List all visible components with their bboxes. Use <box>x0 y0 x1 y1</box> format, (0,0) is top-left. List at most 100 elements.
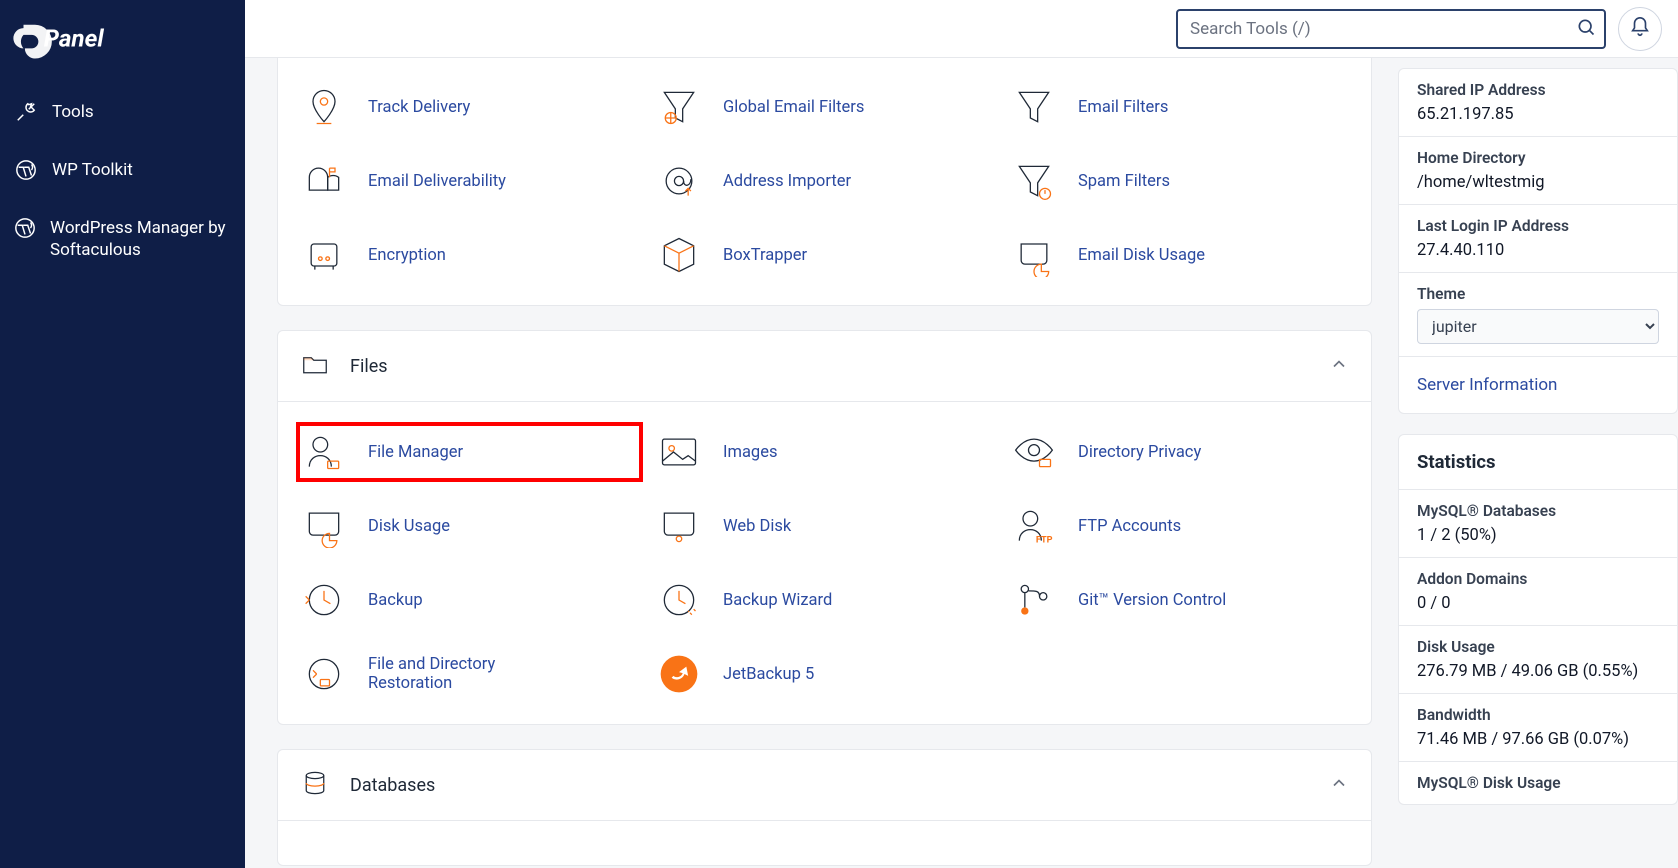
box-icon <box>655 231 703 279</box>
safe-icon <box>300 231 348 279</box>
tool-spam-filters[interactable]: Spam Filters <box>1008 153 1351 209</box>
person-folder-icon <box>300 428 348 476</box>
server-information-link[interactable]: Server Information <box>1399 357 1677 413</box>
chevron-up-icon <box>1329 354 1349 378</box>
section-databases: Databases <box>277 749 1372 866</box>
search-input[interactable] <box>1176 9 1606 49</box>
tool-label: Backup <box>368 591 423 610</box>
tool-label: Track Delivery <box>368 98 470 117</box>
sidebar-item-wordpress-manager[interactable]: WordPress Manager by Softaculous <box>8 207 237 271</box>
tool-ftp-accounts[interactable]: FTP FTP Accounts <box>1008 498 1351 554</box>
info-value: 27.4.40.110 <box>1417 241 1659 260</box>
tool-directory-privacy[interactable]: Directory Privacy <box>1008 424 1351 480</box>
tool-encryption[interactable]: Encryption <box>298 227 641 283</box>
tool-address-importer[interactable]: Address Importer <box>653 153 996 209</box>
sidebar-item-label: Tools <box>52 101 94 123</box>
drive-dot-icon <box>655 502 703 550</box>
theme-select[interactable]: jupiter <box>1417 309 1659 344</box>
tool-git-version-control[interactable]: Git™ Version Control <box>1008 572 1351 628</box>
search-icon <box>1576 17 1596 41</box>
stat-row-disk-usage: Disk Usage 276.79 MB / 49.06 GB (0.55%) <box>1399 626 1677 694</box>
clock-sparkle-icon <box>655 576 703 624</box>
stat-label: Disk Usage <box>1417 638 1659 656</box>
tool-jetbackup5[interactable]: JetBackup 5 <box>653 646 996 702</box>
eye-folder-icon <box>1010 428 1058 476</box>
tool-label: Images <box>723 443 777 462</box>
tool-backup-wizard[interactable]: Backup Wizard <box>653 572 996 628</box>
wordpress-icon <box>14 217 36 239</box>
tool-label: Email Disk Usage <box>1078 246 1205 265</box>
sidebar-item-wp-toolkit[interactable]: WP Toolkit <box>8 149 237 191</box>
tool-label: Email Filters <box>1078 98 1168 117</box>
tool-email-deliverability[interactable]: Email Deliverability <box>298 153 641 209</box>
sidebar-nav: Tools WP Toolkit WordPress Manager by So… <box>0 91 245 271</box>
stat-row-bandwidth: Bandwidth 71.46 MB / 97.66 GB (0.07%) <box>1399 694 1677 762</box>
tool-email-disk-usage[interactable]: Email Disk Usage <box>1008 227 1351 283</box>
git-branch-icon <box>1010 576 1058 624</box>
stat-row-mysql-disk: MySQL® Disk Usage <box>1399 762 1677 804</box>
database-icon <box>300 768 330 802</box>
tool-label: Spam Filters <box>1078 172 1170 191</box>
stat-row-mysql-db: MySQL® Databases 1 / 2 (50%) <box>1399 490 1677 558</box>
tool-file-manager[interactable]: File Manager <box>298 424 641 480</box>
notifications-button[interactable] <box>1618 7 1662 51</box>
svg-text:Panel: Panel <box>44 23 105 52</box>
tool-track-delivery[interactable]: Track Delivery <box>298 79 641 135</box>
image-icon <box>655 428 703 476</box>
feature-column: Track Delivery Global Email Filters <box>277 58 1372 868</box>
tool-label: Web Disk <box>723 517 791 536</box>
drive-chart-icon <box>300 502 348 550</box>
tool-label: Directory Privacy <box>1078 443 1201 462</box>
section-databases-header[interactable]: Databases <box>278 750 1371 820</box>
funnel-alert-icon <box>1010 157 1058 205</box>
person-ftp-icon: FTP <box>1010 502 1058 550</box>
tool-images[interactable]: Images <box>653 424 996 480</box>
section-title: Files <box>350 356 388 377</box>
section-email: Track Delivery Global Email Filters <box>277 58 1372 306</box>
tool-email-filters[interactable]: Email Filters <box>1008 79 1351 135</box>
panel-title: Statistics <box>1399 435 1677 490</box>
svg-text:FTP: FTP <box>1036 536 1053 546</box>
tool-label: FTP Accounts <box>1078 517 1181 536</box>
disk-chart-icon <box>1010 231 1058 279</box>
statistics-panel: Statistics MySQL® Databases 1 / 2 (50%) … <box>1398 434 1678 805</box>
section-email-body: Track Delivery Global Email Filters <box>278 58 1371 305</box>
section-files-header[interactable]: Files <box>278 331 1371 401</box>
main: Track Delivery Global Email Filters <box>245 0 1678 868</box>
stat-label: MySQL® Databases <box>1417 502 1659 520</box>
stat-label: MySQL® Disk Usage <box>1417 774 1659 792</box>
info-row-home-dir: Home Directory /home/wltestmig <box>1399 137 1677 205</box>
section-files-body: File Manager Images <box>278 401 1371 724</box>
stat-value: 71.46 MB / 97.66 GB (0.07%) <box>1417 730 1659 749</box>
tool-backup[interactable]: Backup <box>298 572 641 628</box>
info-value: 65.21.197.85 <box>1417 105 1659 124</box>
folder-icon <box>300 349 330 383</box>
tool-label: Global Email Filters <box>723 98 864 117</box>
tool-label: File Manager <box>368 443 463 462</box>
sidebar-item-tools[interactable]: Tools <box>8 91 237 133</box>
tool-file-directory-restoration[interactable]: File and Directory Restoration <box>298 646 641 702</box>
tool-global-email-filters[interactable]: Global Email Filters <box>653 79 996 135</box>
tool-label: BoxTrapper <box>723 246 807 265</box>
tool-disk-usage[interactable]: Disk Usage <box>298 498 641 554</box>
jetbackup-icon <box>655 650 703 698</box>
funnel-icon <box>1010 83 1058 131</box>
general-info-panel: Shared IP Address 65.21.197.85 Home Dire… <box>1398 68 1678 414</box>
wordpress-icon <box>14 159 38 181</box>
topbar <box>245 0 1678 58</box>
info-label: Home Directory <box>1417 149 1659 167</box>
mailbox-icon <box>300 157 348 205</box>
funnel-globe-icon <box>655 83 703 131</box>
section-files: Files File Manager <box>277 330 1372 725</box>
tool-boxtrapper[interactable]: BoxTrapper <box>653 227 996 283</box>
stat-row-addon-domains: Addon Domains 0 / 0 <box>1399 558 1677 626</box>
info-row-last-login: Last Login IP Address 27.4.40.110 <box>1399 205 1677 273</box>
info-row-theme: Theme jupiter <box>1399 273 1677 357</box>
tool-web-disk[interactable]: Web Disk <box>653 498 996 554</box>
info-label: Last Login IP Address <box>1417 217 1659 235</box>
search-wrap <box>1176 9 1606 49</box>
pin-icon <box>300 83 348 131</box>
sidebar-item-label: WP Toolkit <box>52 159 133 181</box>
tool-label: Address Importer <box>723 172 851 191</box>
stat-value: 0 / 0 <box>1417 594 1659 613</box>
